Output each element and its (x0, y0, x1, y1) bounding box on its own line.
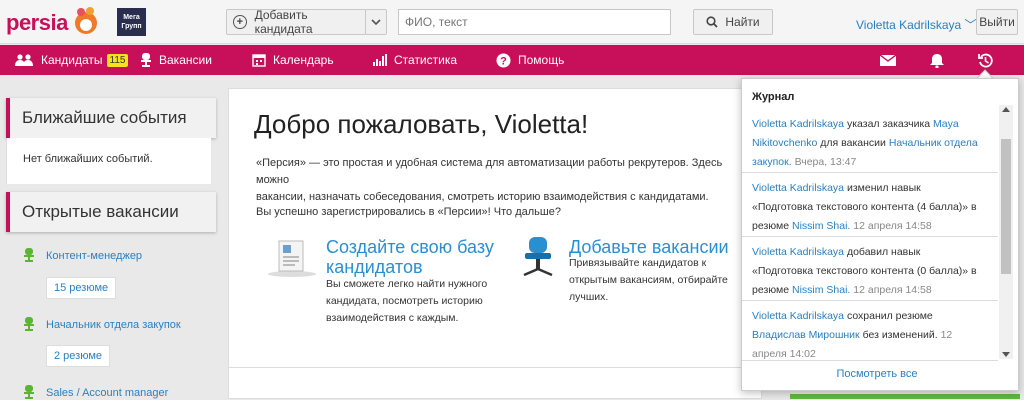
no-events-text: Нет ближайших событий. (23, 153, 153, 165)
nav-calendar[interactable]: Календарь (252, 45, 334, 75)
green-action-bar (790, 394, 1020, 399)
user-link[interactable]: Violetta Kadrilskaya (752, 310, 844, 322)
find-button-label: Найти (725, 15, 760, 29)
documents-icon (268, 240, 316, 277)
add-vacancies-text: Привязывайте кандидатов к открытым ваканс… (569, 257, 728, 303)
office-chair-icon (523, 237, 553, 277)
open-vacancies-heading: Открытые вакансии (6, 192, 216, 232)
add-candidate-dropdown-button[interactable] (365, 9, 387, 35)
events-panel: Нет ближайших событий. (6, 138, 211, 184)
resume-link[interactable]: Nissim Shai. (792, 220, 850, 232)
search-icon (706, 16, 719, 28)
journal-dropdown: Журнал Violetta Kadrilskaya указал заказ… (741, 78, 1019, 391)
logout-button[interactable]: Выйти (976, 9, 1018, 35)
journal-entry: Violetta Kadrilskaya изменил навык «Подг… (742, 177, 998, 237)
vacancy-link[interactable]: Sales / Account manager (46, 387, 168, 399)
nav-help[interactable]: ? Помощь (496, 45, 564, 75)
vacancy-resume-count[interactable]: 2 резюме (46, 345, 111, 367)
user-link[interactable]: Violetta Kadrilskaya (752, 246, 844, 258)
vacancy-item[interactable]: Контент-менеджер (22, 248, 142, 263)
user-link[interactable]: Violetta Kadrilskaya (752, 118, 844, 130)
candidates-count-badge: 115 (106, 53, 129, 67)
search-input[interactable] (398, 9, 671, 35)
user-menu[interactable]: Violetta Kadrilskaya ﹀ (856, 16, 977, 33)
chevron-down-icon: ﹀ (964, 18, 977, 32)
sidebar: Ближайшие события Нет ближайших событий.… (0, 88, 220, 399)
nav-statistics[interactable]: Статистика (373, 45, 457, 75)
vacancy-resume-count[interactable]: 15 резюме (46, 277, 117, 299)
chair-icon (141, 53, 151, 67)
persia-flower-icon (75, 7, 97, 34)
chair-icon (24, 385, 34, 399)
user-link[interactable]: Violetta Kadrilskaya (752, 182, 844, 194)
events-heading: Ближайшие события (6, 98, 216, 138)
chevron-down-icon (371, 19, 381, 25)
client-link[interactable]: Nikitovchenko (752, 137, 817, 149)
help-icon: ? (496, 53, 511, 67)
journal-entry: Violetta Kadrilskaya добавил навык «Подг… (742, 239, 998, 301)
resume-link[interactable]: Владислав Мирошник (752, 329, 860, 341)
top-bar: persia Мега Групп + Добавить кандидата Н… (0, 0, 1024, 44)
vacancy-item[interactable]: Sales / Account manager (22, 385, 168, 400)
scroll-up-icon[interactable] (1002, 107, 1010, 112)
journal-entry: Violetta Kadrilskaya указал заказчика Ma… (742, 115, 998, 173)
vacancy-link[interactable]: Начальник отдела (889, 137, 978, 149)
plus-circle-icon: + (233, 15, 247, 29)
registered-text: Вы успешно зарегистрировались в «Персии»… (256, 206, 561, 218)
resume-link[interactable]: Nissim Shai. (792, 284, 850, 296)
find-button[interactable]: Найти (693, 9, 773, 35)
journal-scrollbar[interactable] (999, 105, 1013, 359)
vacancy-link[interactable]: Контент-менеджер (46, 250, 142, 262)
intro-text: «Персия» — это простая и удобная система… (256, 157, 723, 203)
partner-logo: Мега Групп (117, 8, 146, 36)
add-candidate-label: Добавить кандидата (254, 8, 313, 36)
nav-vacancies[interactable]: Вакансии (140, 45, 212, 75)
scrollbar-thumb[interactable] (1001, 139, 1011, 274)
mail-icon[interactable] (880, 55, 896, 66)
create-base-link[interactable]: Создайте свою базу кандидатов (326, 237, 494, 277)
journal-entry: Violetta Kadrilskaya сохранил резюме Вла… (742, 305, 998, 361)
client-link[interactable]: Maya (933, 118, 959, 130)
main-nav: Кандидаты 115 Вакансии Календарь Статист… (0, 45, 1024, 75)
bell-icon[interactable] (930, 53, 944, 68)
nav-candidates[interactable]: Кандидаты 115 (14, 45, 129, 75)
add-vacancies-link[interactable]: Добавьте вакансии (569, 237, 729, 257)
see-all-link[interactable]: Посмотреть все (742, 368, 1012, 380)
vacancy-link[interactable]: закупок. (752, 156, 792, 168)
calendar-icon (252, 54, 266, 67)
svg-text:?: ? (500, 55, 507, 67)
people-icon (15, 54, 33, 66)
vacancy-link[interactable]: Начальник отдела закупок (46, 319, 181, 331)
scroll-down-icon[interactable] (1002, 352, 1010, 357)
bar-chart-icon (373, 54, 387, 66)
add-candidate-button[interactable]: + Добавить кандидата (226, 8, 366, 36)
chair-icon (24, 248, 34, 262)
journal-title: Журнал (752, 91, 795, 103)
persia-logo[interactable]: persia (6, 10, 68, 36)
chair-icon (24, 317, 34, 331)
welcome-panel: Добро пожаловать, Violetta! «Персия» — э… (228, 88, 762, 399)
vacancy-item[interactable]: Начальник отдела закупок (22, 317, 181, 332)
page-title: Добро пожаловать, Violetta! (254, 109, 589, 139)
create-base-text: Вы сможете легко найти нужного кандидата,… (326, 278, 488, 324)
history-icon[interactable] (978, 53, 993, 68)
divider (228, 367, 748, 368)
